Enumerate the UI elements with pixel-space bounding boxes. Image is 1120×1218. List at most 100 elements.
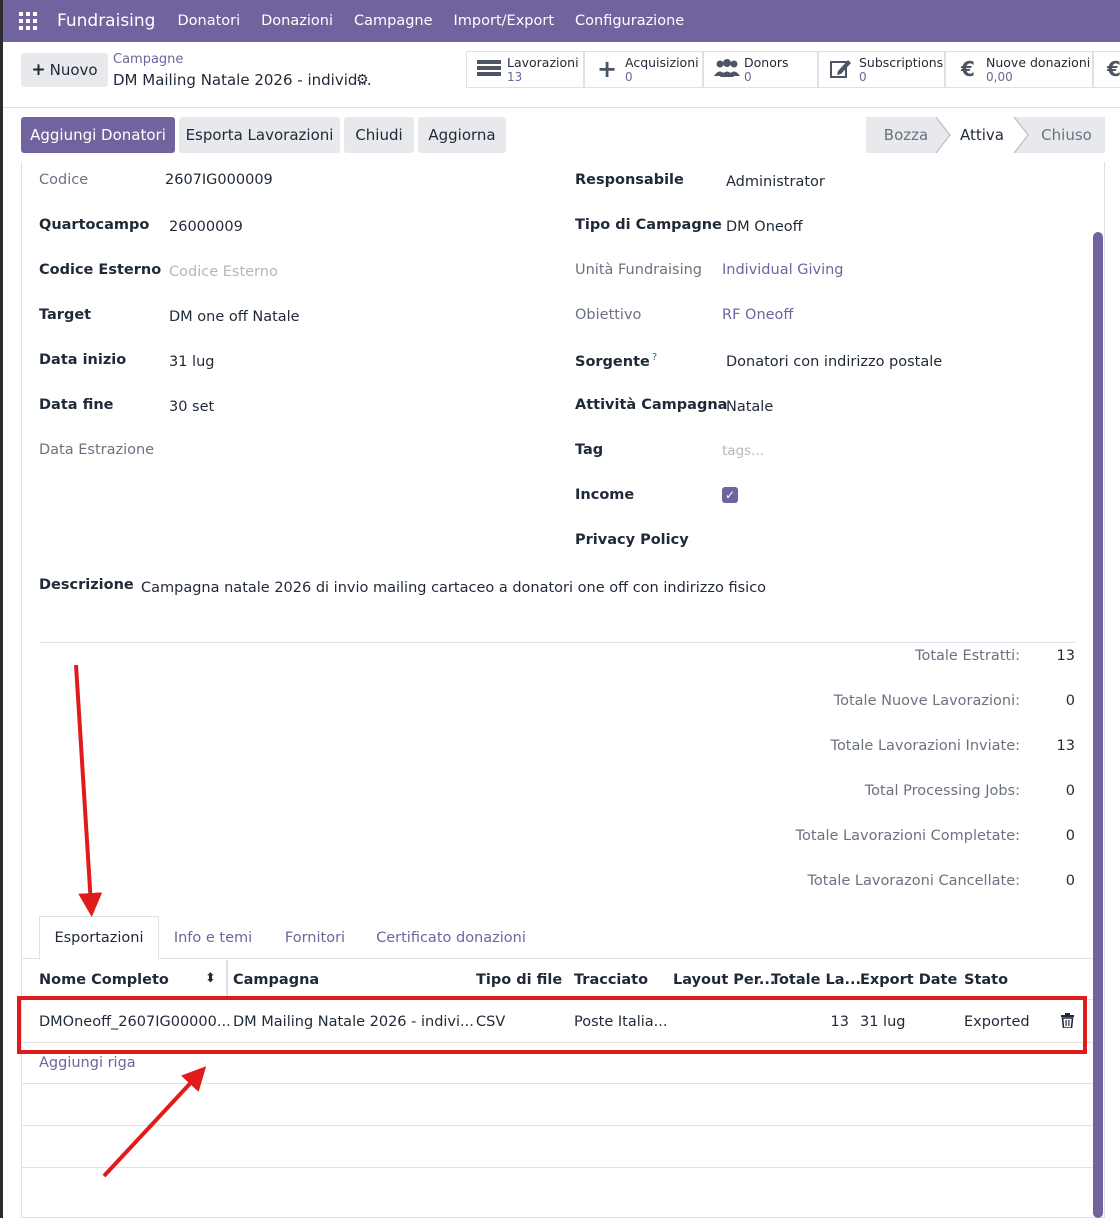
cell-tracciato: Poste Italia...	[574, 1014, 668, 1030]
col-tipo-di-file[interactable]: Tipo di file	[476, 972, 562, 988]
add-line-link[interactable]: Aggiungi riga	[39, 1055, 136, 1071]
smart-button-more[interactable]: €	[1093, 51, 1120, 88]
add-donors-button[interactable]: Aggiungi Donatori	[21, 117, 175, 153]
sort-icon[interactable]: ⬍	[205, 971, 216, 986]
data-estrazione-label: Data Estrazione	[39, 442, 155, 458]
codice-value: 2607IG000009	[165, 172, 273, 188]
row-divider	[21, 1167, 1093, 1168]
sorgente-field[interactable]: Donatori con indirizzo postale	[726, 354, 942, 370]
totale-lavorazioni-cancellate-value: 0	[1065, 873, 1075, 889]
column-resize-handle[interactable]	[226, 960, 228, 1000]
stage-chiuso[interactable]: Chiuso	[1028, 117, 1105, 153]
codice-esterno-label: Codice Esterno	[39, 262, 162, 278]
smart-button-donors[interactable]: Donors 0	[703, 51, 818, 88]
smart-button-nuove-donazioni[interactable]: € Nuove donazioni 0,00	[945, 51, 1093, 88]
breadcrumb-current: DM Mailing Natale 2026 - individ...	[113, 71, 372, 89]
unita-fundraising-link[interactable]: Individual Giving	[722, 262, 844, 278]
menu-import-export[interactable]: Import/Export	[454, 13, 554, 29]
list-icon	[477, 58, 501, 82]
tipo-campagne-field[interactable]: DM Oneoff	[726, 219, 803, 235]
close-button[interactable]: Chiudi	[344, 117, 414, 153]
breadcrumb-parent[interactable]: Campagne	[113, 52, 183, 67]
smart-label: Nuove donazioni	[986, 55, 1091, 70]
privacy-policy-label: Privacy Policy	[575, 532, 689, 548]
totale-estratti-label: Totale Estratti:	[915, 648, 1020, 664]
table-row[interactable]: DMOneoff_2607IG00000... DM Mailing Natal…	[21, 1001, 1093, 1043]
responsabile-field[interactable]: Administrator	[726, 174, 825, 190]
col-campagna[interactable]: Campagna	[233, 972, 319, 988]
col-tracciato[interactable]: Tracciato	[574, 972, 648, 988]
totale-lavorazioni-cancellate-label: Totale Lavorazoni Cancellate:	[807, 873, 1021, 889]
export-jobs-button[interactable]: Esporta Lavorazioni	[179, 117, 340, 153]
smart-value: 0	[625, 70, 633, 84]
new-button-label: Nuovo	[49, 61, 98, 79]
codice-esterno-field[interactable]: Codice Esterno	[169, 264, 278, 280]
tab-fornitori[interactable]: Fornitori	[277, 916, 353, 959]
totale-lavorazioni-inviate-label: Totale Lavorazioni Inviate:	[830, 738, 1020, 754]
smart-button-lavorazioni[interactable]: Lavorazioni 13	[466, 51, 584, 88]
income-label: Income	[575, 487, 635, 503]
menu-donazioni[interactable]: Donazioni	[261, 13, 333, 29]
obiettivo-link[interactable]: RF Oneoff	[722, 307, 793, 323]
data-fine-label: Data fine	[39, 397, 114, 413]
sorgente-label: Sorgente?	[575, 352, 657, 370]
stage-attiva[interactable]: Attiva	[950, 117, 1014, 153]
list-header: Nome Completo ⬍ Campagna Tipo di file Tr…	[21, 960, 1093, 1000]
scrollbar[interactable]	[1093, 232, 1103, 1218]
tab-info-e-temi[interactable]: Info e temi	[167, 916, 259, 959]
row-divider	[21, 1125, 1093, 1126]
col-layout[interactable]: Layout Per...	[673, 972, 775, 988]
app-name[interactable]: Fundraising	[57, 11, 155, 31]
totale-lavorazioni-completate-label: Totale Lavorazioni Completate:	[795, 828, 1020, 844]
new-button[interactable]: + Nuovo	[21, 53, 108, 87]
notebook-tabs: Esportazioni Info e temi Fornitori Certi…	[21, 916, 1093, 960]
smart-label: Subscriptions	[859, 55, 944, 70]
plus-icon: +	[596, 55, 618, 83]
attivita-campagna-label: Attività Campagna	[575, 397, 728, 413]
quartocampo-field[interactable]: 26000009	[169, 219, 243, 235]
menu-campagne[interactable]: Campagne	[354, 13, 433, 29]
help-icon[interactable]: ?	[652, 352, 657, 363]
col-export-date[interactable]: Export Date	[860, 972, 957, 988]
smart-button-acquisizioni[interactable]: + Acquisizioni 0	[584, 51, 703, 88]
totale-lavorazioni-completate-value: 0	[1065, 828, 1075, 844]
target-label: Target	[39, 307, 92, 323]
data-inizio-label: Data inizio	[39, 352, 127, 368]
apps-grid-icon[interactable]	[19, 12, 37, 30]
tab-certificato-donazioni[interactable]: Certificato donazioni	[371, 916, 531, 959]
row-divider	[21, 1083, 1093, 1084]
euro-icon: €	[961, 57, 975, 81]
tipo-campagne-label: Tipo di Campagne	[575, 217, 722, 233]
totale-nuove-lavorazioni-value: 0	[1065, 693, 1075, 709]
gear-icon[interactable]: ⚙	[356, 72, 369, 88]
tag-field[interactable]: tags...	[722, 443, 764, 459]
income-checkbox[interactable]: ✓	[722, 487, 738, 503]
col-totale[interactable]: Totale La...	[771, 972, 861, 988]
col-nome-completo[interactable]: Nome Completo	[39, 972, 169, 988]
tab-esportazioni[interactable]: Esportazioni	[39, 916, 159, 960]
smart-value: 0	[859, 70, 867, 84]
col-stato[interactable]: Stato	[964, 972, 1008, 988]
target-field[interactable]: DM one off Natale	[169, 309, 300, 325]
euro-icon: €	[1107, 57, 1120, 81]
data-inizio-field[interactable]: 31 lug	[169, 354, 214, 370]
unita-fundraising-label: Unità Fundraising	[575, 262, 702, 278]
obiettivo-label: Obiettivo	[575, 307, 642, 323]
data-fine-field[interactable]: 30 set	[169, 399, 214, 415]
plus-icon: +	[31, 60, 46, 80]
refresh-button[interactable]: Aggiorna	[418, 117, 506, 153]
trash-icon[interactable]	[1061, 1013, 1074, 1032]
stage-bozza[interactable]: Bozza	[866, 117, 946, 153]
menu-donatori[interactable]: Donatori	[177, 13, 240, 29]
smart-button-subscriptions[interactable]: Subscriptions 0	[818, 51, 945, 88]
tag-label: Tag	[575, 442, 604, 458]
cell-nome: DMOneoff_2607IG00000...	[39, 1014, 231, 1030]
descrizione-field[interactable]: Campagna natale 2026 di invio mailing ca…	[141, 580, 766, 596]
responsabile-label: Responsabile	[575, 172, 684, 188]
attivita-campagna-field[interactable]: Natale	[726, 399, 773, 415]
edit-icon	[829, 58, 853, 82]
menu-configurazione[interactable]: Configurazione	[575, 13, 684, 29]
cell-export-date: 31 lug	[860, 1014, 906, 1030]
stage-bar: Bozza Attiva Chiuso	[866, 117, 1105, 153]
totale-lavorazioni-inviate-value: 13	[1056, 738, 1075, 754]
